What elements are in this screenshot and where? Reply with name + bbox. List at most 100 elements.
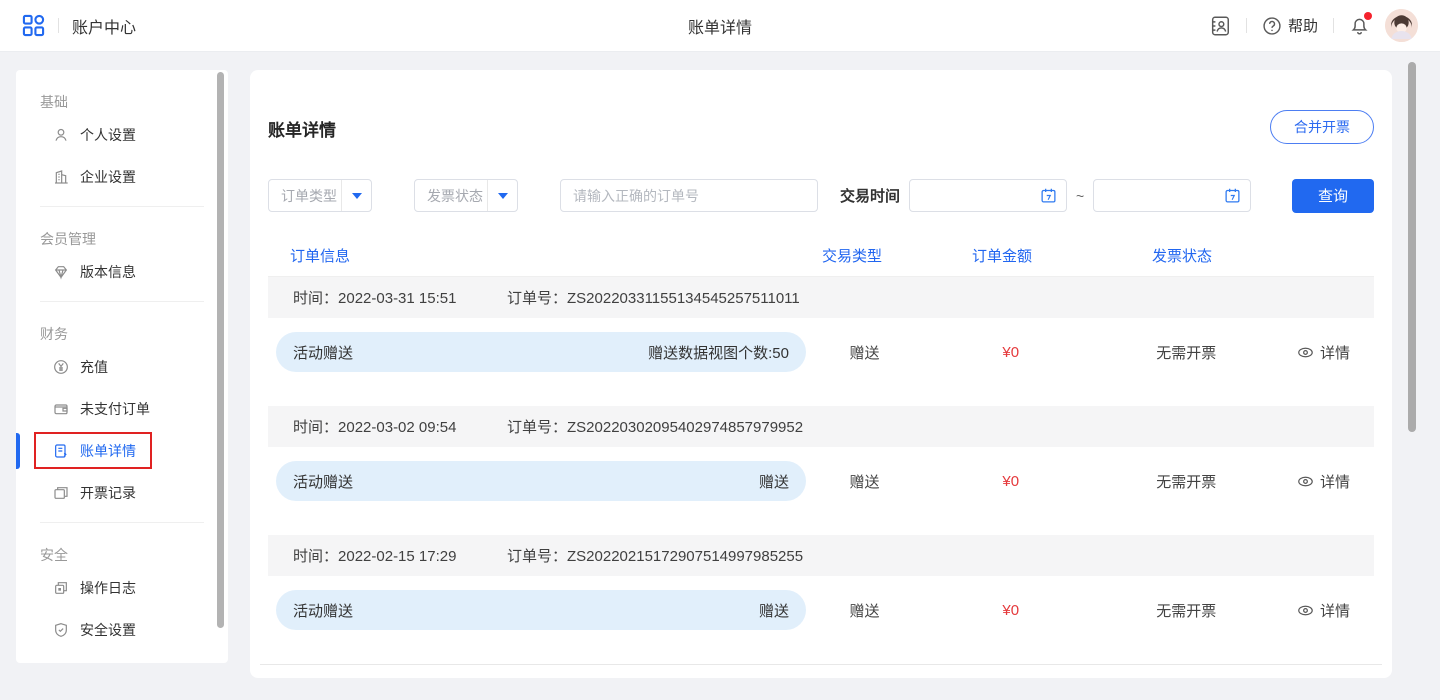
sidebar-item-label: 账单详情	[80, 441, 136, 461]
transaction-time-label: 交易时间	[840, 185, 900, 206]
help-question-icon	[1262, 16, 1282, 36]
sidebar-item-bill-details[interactable]: 账单详情	[16, 430, 228, 472]
order-item-pill: 活动赠送 赠送	[276, 461, 806, 501]
start-date-input[interactable]	[909, 179, 1067, 212]
active-indicator-bar	[16, 433, 20, 469]
divider	[58, 18, 59, 33]
invoice-status-select[interactable]: 发票状态	[414, 179, 518, 212]
column-transaction-type: 交易类型	[792, 245, 912, 266]
gem-icon	[53, 264, 69, 280]
help-button[interactable]: 帮助	[1262, 15, 1318, 36]
invoice-status-placeholder: 发票状态	[415, 180, 487, 211]
order-group: 时间：2022-02-15 17:29 订单号：ZS20220215172907…	[268, 535, 1374, 664]
help-label: 帮助	[1288, 15, 1318, 36]
transaction-type-value: 赠送	[806, 600, 923, 621]
order-amount-value: ¥0	[923, 344, 1098, 361]
sidebar: 基础 个人设置 企业设置 会员管理 版本信息 财务 充值 未支付订单	[16, 70, 228, 663]
order-item-detail: 赠送	[759, 600, 789, 621]
bill-details-panel: 账单详情 合并开票 订单类型 发票状态 交易时间 ~ 查询	[250, 70, 1392, 678]
sidebar-item-version-info[interactable]: 版本信息	[16, 251, 228, 293]
column-invoice-status: 发票状态	[1092, 245, 1272, 266]
order-item-detail: 赠送	[759, 471, 789, 492]
sidebar-group-security: 安全	[16, 531, 228, 567]
order-amount-value: ¥0	[923, 473, 1098, 490]
sidebar-item-personal-settings[interactable]: 个人设置	[16, 114, 228, 156]
search-button[interactable]: 查询	[1292, 179, 1374, 213]
invoice-record-icon	[53, 485, 69, 501]
calendar-icon	[1224, 187, 1241, 204]
notifications-button[interactable]	[1349, 15, 1370, 36]
order-item-name: 活动赠送	[293, 471, 353, 492]
eye-icon	[1297, 344, 1314, 361]
sidebar-item-label: 个人设置	[80, 125, 136, 145]
sidebar-divider	[40, 522, 204, 523]
order-item-pill: 活动赠送 赠送数据视图个数:50	[276, 332, 806, 372]
page-title: 账单详情	[268, 116, 1374, 141]
sidebar-item-unpaid-orders[interactable]: 未支付订单	[16, 388, 228, 430]
sidebar-group-finance: 财务	[16, 310, 228, 346]
sidebar-group-membership: 会员管理	[16, 215, 228, 251]
table-row: 活动赠送 赠送 赠送 ¥0 无需开票 详情	[268, 576, 1374, 664]
invoice-status-value: 无需开票	[1098, 600, 1273, 621]
invoice-status-value: 无需开票	[1098, 471, 1273, 492]
calendar-icon	[1040, 187, 1057, 204]
user-guide-icon[interactable]	[1209, 15, 1231, 37]
order-time: 时间：2022-02-15 17:29	[293, 545, 507, 566]
divider	[1246, 18, 1247, 33]
avatar[interactable]	[1385, 9, 1418, 42]
sidebar-item-label: 未支付订单	[80, 399, 150, 419]
notification-badge-dot	[1364, 12, 1372, 20]
sidebar-item-enterprise-settings[interactable]: 企业设置	[16, 156, 228, 198]
invoice-status-value: 无需开票	[1098, 342, 1273, 363]
order-group: 时间：2022-03-31 15:51 订单号：ZS20220331155134…	[268, 277, 1374, 406]
details-link[interactable]: 详情	[1274, 342, 1374, 363]
end-date-input[interactable]	[1093, 179, 1251, 212]
table-header: 订单信息 交易类型 订单金额 发票状态	[268, 234, 1374, 277]
sidebar-item-security-policy[interactable]: 安全策略	[16, 651, 228, 663]
order-number: 订单号：ZS20220215172907514997985255	[507, 545, 803, 566]
shield-check-icon	[53, 622, 69, 638]
sidebar-item-label: 企业设置	[80, 167, 136, 187]
sidebar-item-invoice-records[interactable]: 开票记录	[16, 472, 228, 514]
main-scrollbar[interactable]	[1408, 62, 1416, 432]
sidebar-item-label: 充值	[80, 357, 108, 377]
order-group-header: 时间：2022-03-02 09:54 订单号：ZS20220302095402…	[268, 406, 1374, 447]
sidebar-item-security-settings[interactable]: 安全设置	[16, 609, 228, 651]
order-number-input[interactable]	[560, 179, 818, 212]
sidebar-scrollbar[interactable]	[217, 72, 224, 628]
column-order-amount: 订单金额	[912, 245, 1092, 266]
order-item-name: 活动赠送	[293, 342, 353, 363]
bill-icon	[53, 443, 69, 459]
sidebar-item-label: 操作日志	[80, 578, 136, 598]
order-number: 订单号：ZS20220302095402974857979952	[507, 416, 803, 437]
transaction-type-value: 赠送	[806, 471, 923, 492]
sidebar-item-recharge[interactable]: 充值	[16, 346, 228, 388]
order-group: 时间：2022-03-02 09:54 订单号：ZS20220302095402…	[268, 406, 1374, 535]
order-time: 时间：2022-03-02 09:54	[293, 416, 507, 437]
merge-invoice-button[interactable]: 合并开票	[1270, 110, 1374, 144]
date-range-separator: ~	[1076, 188, 1084, 204]
sidebar-item-operation-logs[interactable]: 操作日志	[16, 567, 228, 609]
order-item-name: 活动赠送	[293, 600, 353, 621]
order-number: 订单号：ZS20220331155134545257511011	[507, 287, 800, 308]
topbar: 账户中心 账单详情 帮助	[0, 0, 1440, 52]
order-group-header: 时间：2022-03-31 15:51 订单号：ZS20220331155134…	[268, 277, 1374, 318]
sidebar-divider	[40, 206, 204, 207]
order-type-select[interactable]: 订单类型	[268, 179, 372, 212]
eye-icon	[1297, 473, 1314, 490]
sidebar-item-label: 安全策略	[80, 662, 136, 663]
order-item-pill: 活动赠送 赠送	[276, 590, 806, 630]
order-time: 时间：2022-03-31 15:51	[293, 287, 507, 308]
sidebar-item-label: 版本信息	[80, 262, 136, 282]
details-link[interactable]: 详情	[1274, 471, 1374, 492]
app-title: 账户中心	[72, 14, 136, 38]
order-type-placeholder: 订单类型	[269, 180, 341, 211]
sidebar-divider	[40, 301, 204, 302]
details-label: 详情	[1320, 342, 1350, 363]
order-group-header: 时间：2022-02-15 17:29 订单号：ZS20220215172907…	[268, 535, 1374, 576]
column-order-info: 订单信息	[268, 245, 792, 266]
building-icon	[53, 169, 69, 185]
sidebar-item-label: 安全设置	[80, 620, 136, 640]
app-grid-logo-icon[interactable]	[22, 14, 45, 37]
details-link[interactable]: 详情	[1274, 600, 1374, 621]
